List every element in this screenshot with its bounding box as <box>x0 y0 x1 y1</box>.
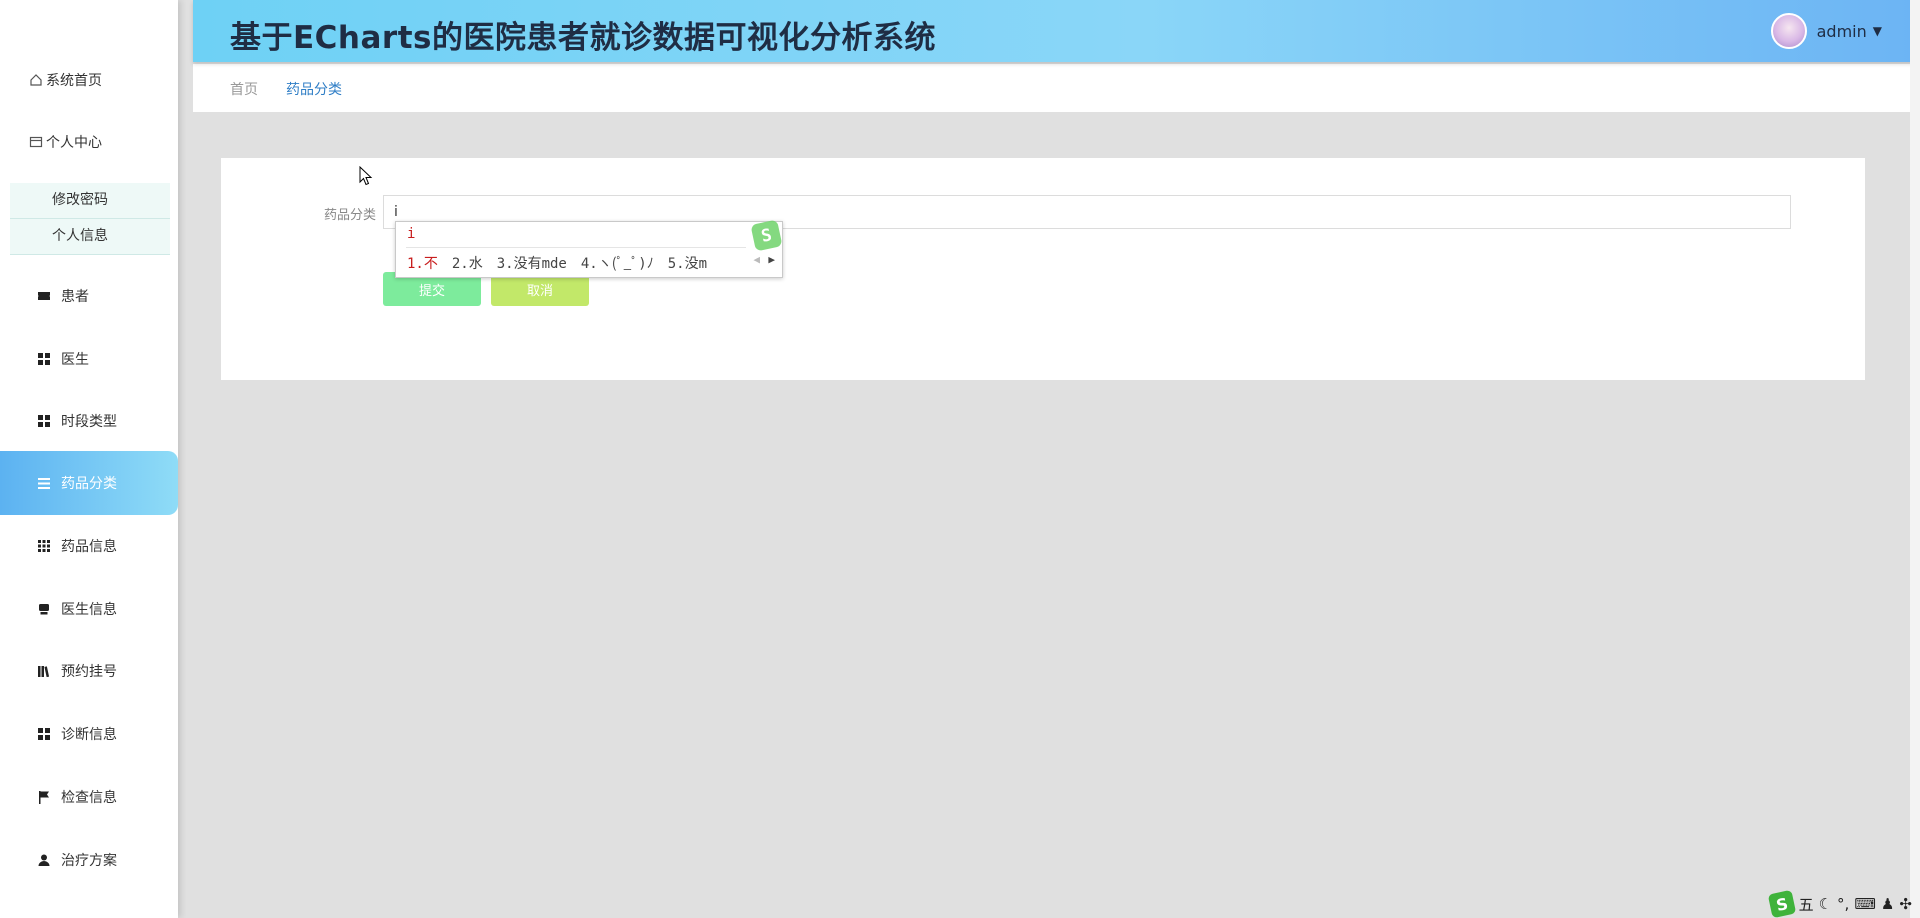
apps-icon <box>36 539 51 554</box>
print-icon <box>36 602 51 617</box>
sidebar-item-label: 药品分类 <box>61 476 117 492</box>
ime-candidate-popup: i 1.不 2.水 3.没有mde 4.ヽ(ﾟ_ﾟ)ﾉ 5.没m ◀ ▶ S <box>395 219 783 278</box>
avatar[interactable] <box>1770 13 1807 49</box>
flag-icon <box>36 790 51 805</box>
ime-mode-icon[interactable]: 五 <box>1799 894 1814 915</box>
caret-down-icon[interactable]: ▼ <box>1873 24 1882 38</box>
sogou-logo-icon: S <box>750 219 783 252</box>
username[interactable]: admin <box>1817 22 1867 41</box>
list-icon <box>36 476 51 491</box>
sidebar-item-label: 医生 <box>61 352 89 368</box>
ime-divider <box>406 247 746 248</box>
ime-candidate[interactable]: 3.没有mde <box>497 253 567 273</box>
sidebar-item-label: 检查信息 <box>61 790 117 806</box>
sidebar-submenu: 修改密码 个人信息 <box>10 183 170 255</box>
sidebar-item-drug-info[interactable]: 药品信息 <box>0 524 178 568</box>
user-card-icon <box>28 135 43 150</box>
sidebar-item-doctor[interactable]: 医生 <box>0 337 178 381</box>
sidebar-item-label: 患者 <box>61 289 89 305</box>
grid-icon <box>36 727 51 742</box>
ime-candidate[interactable]: 4.ヽ(ﾟ_ﾟ)ﾉ <box>581 253 654 273</box>
ime-candidate[interactable]: 1.不 <box>407 253 438 273</box>
sidebar-item-label: 诊断信息 <box>61 727 117 743</box>
mouse-pointer-icon <box>359 165 373 190</box>
keyboard-icon[interactable]: ⌨ <box>1854 895 1876 913</box>
sidebar-item-appointment[interactable]: 预约挂号 <box>0 649 178 693</box>
sidebar-subitem-change-password[interactable]: 修改密码 <box>10 183 170 219</box>
ime-prev-page-icon[interactable]: ◀ <box>753 253 760 266</box>
top-header: 基于ECharts的医院患者就诊数据可视化分析系统 admin ▼ <box>193 0 1920 62</box>
home-icon <box>28 73 43 88</box>
ime-candidate[interactable]: 5.没m <box>668 253 707 273</box>
sidebar-item-label: 治疗方案 <box>61 853 117 869</box>
sidebar-item-label: 预约挂号 <box>61 664 117 680</box>
sidebar-item-personal-center[interactable]: 个人中心 <box>0 120 178 164</box>
sidebar-item-label: 系统首页 <box>46 73 102 89</box>
person-icon <box>36 853 51 868</box>
ticket-icon <box>36 289 51 304</box>
user-menu[interactable]: admin ▼ <box>1770 13 1882 49</box>
sidebar-item-home[interactable]: 系统首页 <box>0 58 178 102</box>
drug-category-label: 药品分类 <box>324 208 377 223</box>
sidebar-item-time-slot-type[interactable]: 时段类型 <box>0 399 178 443</box>
skin-icon[interactable]: ♟ <box>1881 895 1894 913</box>
sidebar-item-label: 药品信息 <box>61 539 117 555</box>
ime-composition-text: i <box>407 226 416 242</box>
toolbox-icon[interactable]: ✣ <box>1899 895 1912 913</box>
sidebar-item-treatment-plan[interactable]: 治疗方案 <box>0 838 178 882</box>
grid-icon <box>36 352 51 367</box>
sidebar-item-diagnosis[interactable]: 诊断信息 <box>0 712 178 756</box>
ime-next-page-icon[interactable]: ▶ <box>768 253 775 266</box>
ime-candidate-list: 1.不 2.水 3.没有mde 4.ヽ(ﾟ_ﾟ)ﾉ 5.没m <box>407 253 721 273</box>
ime-candidate[interactable]: 2.水 <box>452 253 483 273</box>
sidebar-item-label: 医生信息 <box>61 602 117 618</box>
sidebar-item-label: 时段类型 <box>61 414 117 430</box>
moon-icon[interactable]: ☾ <box>1819 895 1832 913</box>
breadcrumb-current[interactable]: 药品分类 <box>286 79 342 99</box>
sidebar-item-patient[interactable]: 患者 <box>0 274 178 318</box>
app-title: 基于ECharts的医院患者就诊数据可视化分析系统 <box>230 20 936 56</box>
punctuation-icon[interactable]: °, <box>1837 895 1849 913</box>
sidebar-item-doctor-info[interactable]: 医生信息 <box>0 587 178 631</box>
library-icon <box>36 664 51 679</box>
sidebar-item-examination[interactable]: 检查信息 <box>0 775 178 819</box>
vertical-scrollbar[interactable] <box>1910 0 1920 918</box>
sidebar-item-label: 个人中心 <box>46 135 102 151</box>
sidebar-item-drug-category[interactable]: 药品分类 <box>0 451 178 515</box>
grid-icon <box>36 414 51 429</box>
ime-status-bar: S 五 ☾ °, ⌨ ♟ ✣ <box>1767 889 1912 918</box>
sidebar-subitem-personal-info[interactable]: 个人信息 <box>10 219 170 255</box>
sidebar: 系统首页 个人中心 修改密码 个人信息 患者 医生 时段类型 药品分类 药品信息… <box>0 0 178 918</box>
breadcrumb-home[interactable]: 首页 <box>230 79 258 99</box>
breadcrumb: 首页 药品分类 <box>193 64 1920 112</box>
sogou-logo-icon[interactable]: S <box>1767 889 1796 918</box>
